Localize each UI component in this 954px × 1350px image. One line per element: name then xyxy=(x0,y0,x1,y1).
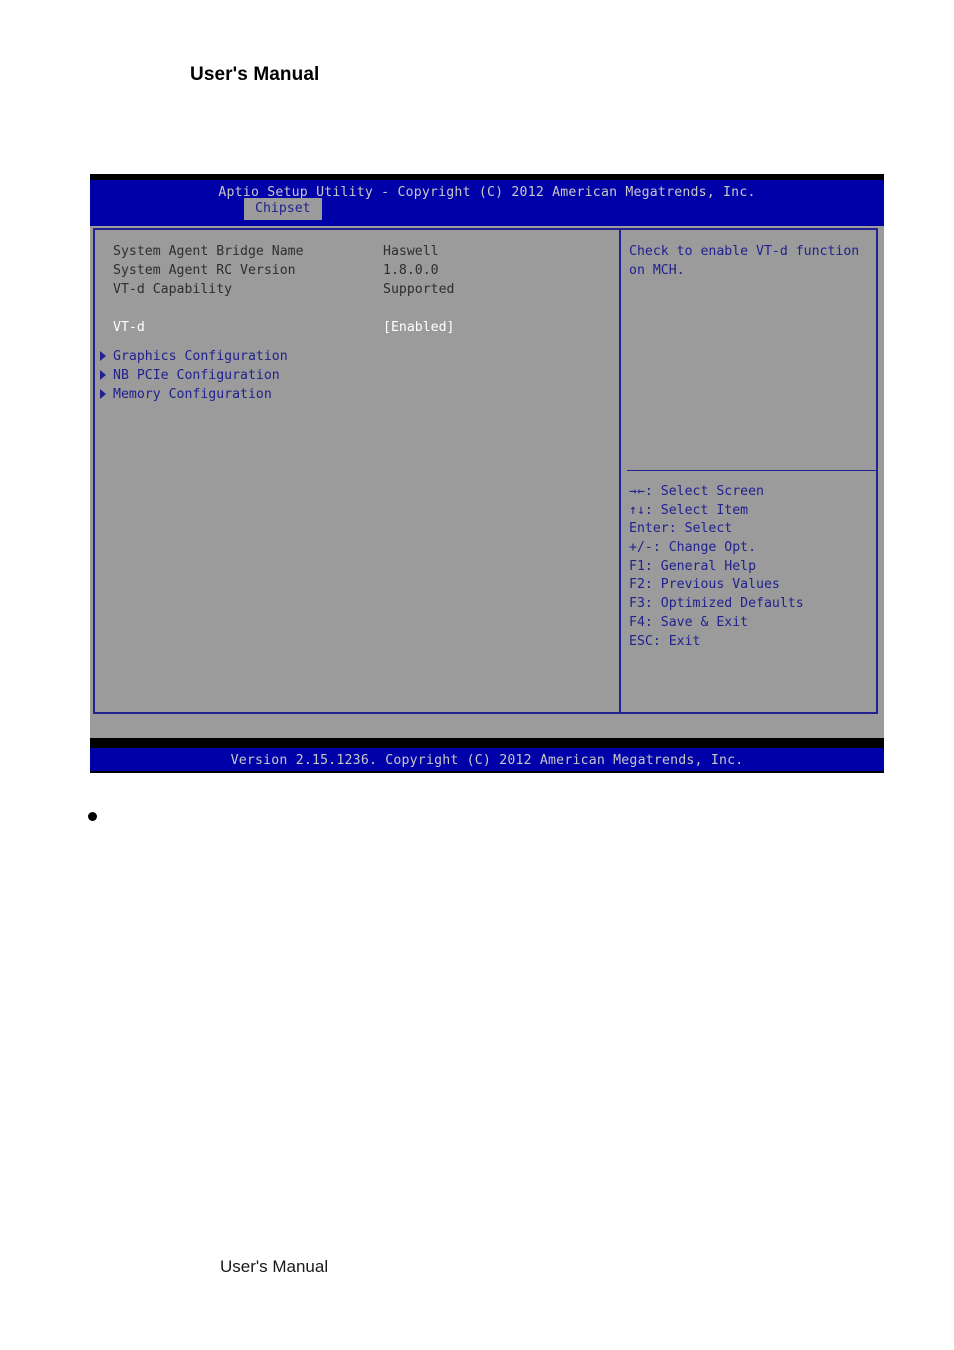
page-header-title: User's Manual xyxy=(190,64,320,85)
tab-chipset[interactable]: Chipset xyxy=(244,198,322,220)
legend-save-exit: F4: Save & Exit xyxy=(629,614,749,630)
setting-label: System Agent Bridge Name xyxy=(113,244,304,259)
bullet-icon xyxy=(88,812,97,822)
setting-row-spacer xyxy=(113,299,613,318)
keyboard-legend: →←: Select Screen ↑↓: Select Item Enter:… xyxy=(629,482,872,650)
submenu-item-memory-configuration[interactable]: Memory Configuration xyxy=(100,385,613,404)
submenu-list: Graphics Configuration NB PCIe Configura… xyxy=(100,347,613,404)
submenu-label: Graphics Configuration xyxy=(113,349,288,364)
bios-footer-bar: Version 2.15.1236. Copyright (C) 2012 Am… xyxy=(90,748,884,771)
help-description-text: Check to enable VT-d function on MCH. xyxy=(629,244,860,278)
bios-panel-frame: System Agent Bridge Name Haswell System … xyxy=(93,228,878,714)
setting-value: Haswell xyxy=(383,244,439,259)
setting-row-vtd-capability: VT-d Capability Supported xyxy=(113,280,613,299)
triangle-right-icon xyxy=(100,370,106,380)
submenu-label: NB PCIe Configuration xyxy=(113,368,280,383)
help-divider xyxy=(627,470,877,471)
legend-esc-exit: ESC: Exit xyxy=(629,633,701,649)
settings-list: System Agent Bridge Name Haswell System … xyxy=(113,242,613,337)
setting-label: System Agent RC Version xyxy=(113,263,296,278)
triangle-right-icon xyxy=(100,351,106,361)
legend-change-opt: +/-: Change Opt. xyxy=(629,540,757,556)
setting-value-vtd[interactable]: [Enabled] xyxy=(383,318,454,337)
setting-label: VT-d xyxy=(113,320,145,335)
legend-previous-values: F2: Previous Values xyxy=(629,577,780,593)
setting-row-system-agent-rc-version: System Agent RC Version 1.8.0.0 xyxy=(113,261,613,280)
legend-optimized-defaults: F3: Optimized Defaults xyxy=(629,596,804,612)
legend-enter-select: Enter: Select xyxy=(629,521,733,537)
legend-select-screen: →←: Select Screen xyxy=(629,484,764,499)
setting-row-vtd[interactable]: VT-d [Enabled] xyxy=(113,318,613,337)
legend-select-item: ↑↓: Select Item xyxy=(629,502,749,518)
bios-setup-screen: Aptio Setup Utility - Copyright (C) 2012… xyxy=(90,174,884,773)
setting-value: 1.8.0.0 xyxy=(383,263,439,278)
bios-title-text: Aptio Setup Utility - Copyright (C) 2012… xyxy=(218,185,756,200)
bios-settings-panel: System Agent Bridge Name Haswell System … xyxy=(95,230,619,712)
submenu-item-nb-pcie-configuration[interactable]: NB PCIe Configuration xyxy=(100,366,613,385)
bios-version-text: Version 2.15.1236. Copyright (C) 2012 Am… xyxy=(230,753,744,768)
submenu-item-graphics-configuration[interactable]: Graphics Configuration xyxy=(100,347,613,366)
submenu-label: Memory Configuration xyxy=(113,387,272,402)
bios-help-panel: Check to enable VT-d function on MCH. →←… xyxy=(621,230,877,712)
bios-title-bar: Aptio Setup Utility - Copyright (C) 2012… xyxy=(90,180,884,226)
legend-general-help: F1: General Help xyxy=(629,558,757,574)
triangle-right-icon xyxy=(100,389,106,399)
bullet-list-item xyxy=(88,808,388,834)
setting-row-system-agent-bridge-name: System Agent Bridge Name Haswell xyxy=(113,242,613,261)
bios-tab-bar[interactable]: Chipset xyxy=(244,198,322,220)
setting-label: VT-d Capability xyxy=(113,282,233,297)
page-footer-title: User's Manual xyxy=(220,1257,329,1276)
bios-body: System Agent Bridge Name Haswell System … xyxy=(90,226,884,738)
setting-value: Supported xyxy=(383,282,455,297)
